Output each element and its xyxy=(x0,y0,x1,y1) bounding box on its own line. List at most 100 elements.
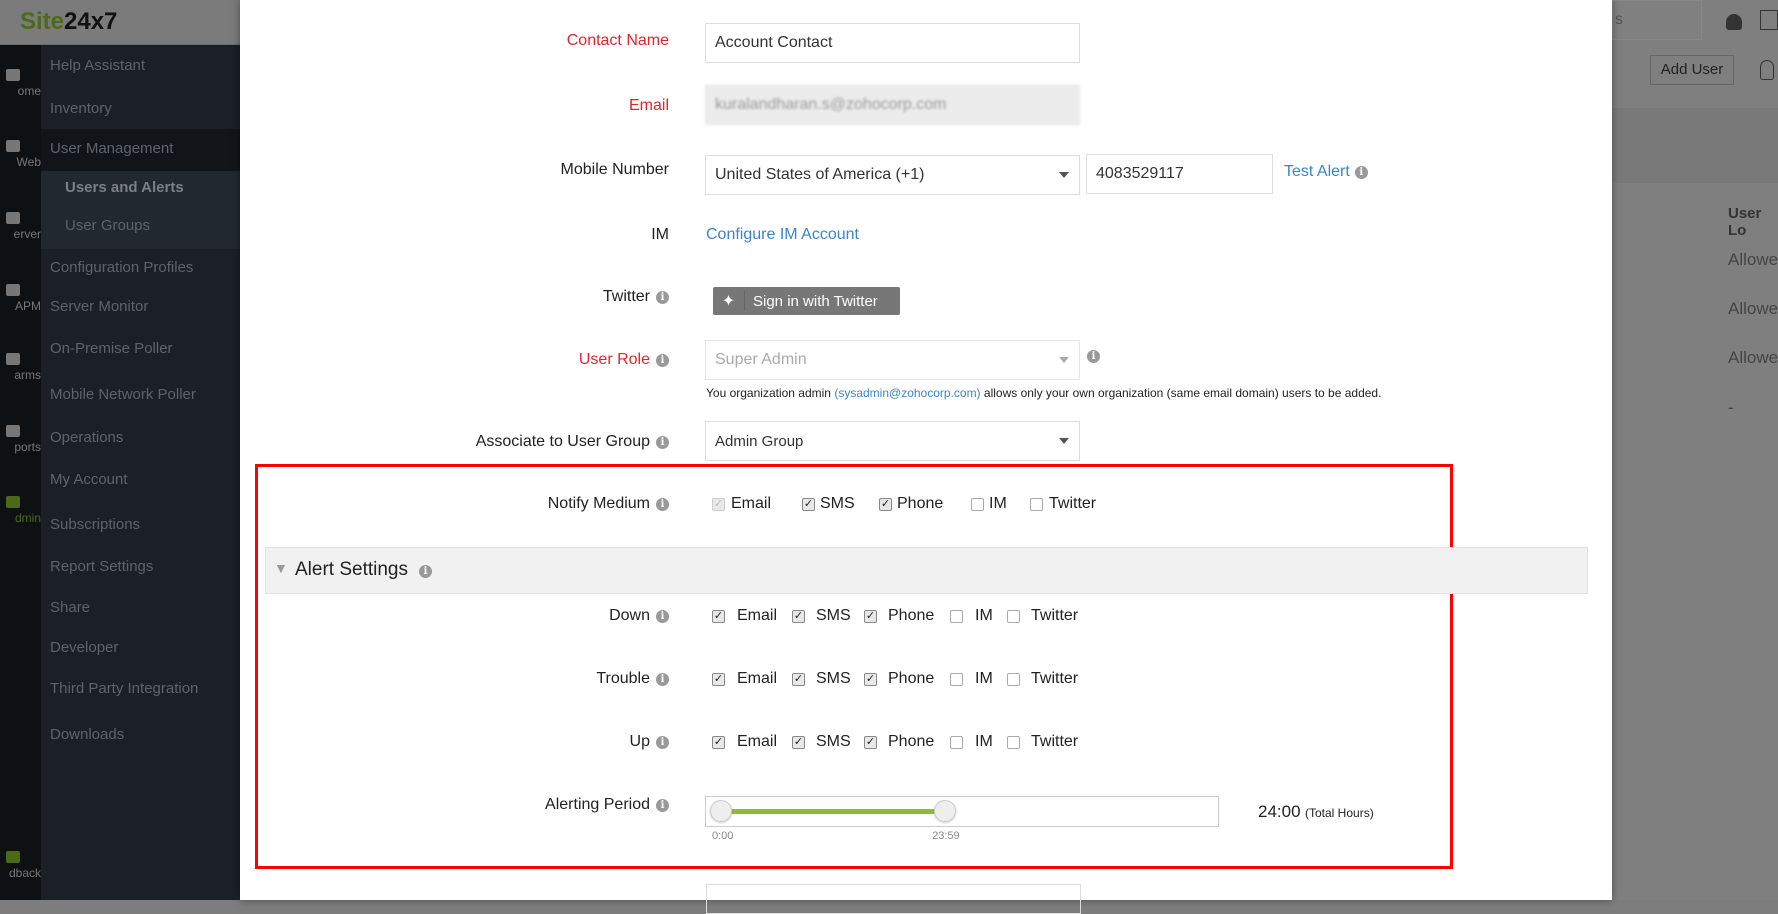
menu-item[interactable]: Server Monitor xyxy=(50,298,148,315)
menu-item[interactable]: Downloads xyxy=(50,726,124,743)
search-box[interactable]: s xyxy=(1612,0,1702,40)
menu-item[interactable]: Operations xyxy=(50,429,123,446)
rail-feedback[interactable]: dback xyxy=(0,866,41,880)
menu-item[interactable]: Third Party Integration xyxy=(50,680,198,697)
twitter-signin-button[interactable]: ✦ Sign in with Twitter xyxy=(713,287,900,315)
rail-admin[interactable]: dmin xyxy=(0,511,41,525)
checkbox-email[interactable]: ✓ xyxy=(712,673,725,686)
info-icon[interactable]: i xyxy=(656,353,669,367)
checkbox-email[interactable]: ✓ xyxy=(712,498,725,511)
checkbox-twitter[interactable] xyxy=(1007,610,1020,623)
admin-email-link[interactable]: (sysadmin@zohocorp.com) xyxy=(834,386,980,400)
rail-alarms[interactable]: arms xyxy=(0,368,41,382)
menu-item[interactable]: Users and Alerts xyxy=(65,179,184,196)
email-input[interactable]: kuralandharan.s@zohocorp.com xyxy=(705,85,1080,125)
menu-item[interactable]: User Management xyxy=(50,140,173,157)
info-icon[interactable]: i xyxy=(656,735,669,749)
info-icon[interactable]: i xyxy=(419,565,432,578)
checkbox-phone[interactable]: ✓ xyxy=(864,610,877,623)
menu-item[interactable]: Configuration Profiles xyxy=(50,259,193,276)
menu-item[interactable]: Mobile Network Poller xyxy=(50,386,196,403)
checkbox-sms[interactable]: ✓ xyxy=(802,498,815,511)
info-icon[interactable]: i xyxy=(656,497,669,511)
icon-rail xyxy=(0,45,41,900)
info-icon[interactable]: i xyxy=(1087,350,1100,363)
alert-settings-header[interactable]: ▼ Alert Settings i xyxy=(265,547,1588,594)
reports-icon[interactable] xyxy=(6,425,20,437)
info-icon[interactable]: i xyxy=(1354,165,1368,179)
slider-handle-end[interactable] xyxy=(934,800,957,822)
checkbox-im[interactable] xyxy=(950,673,963,686)
lightbulb-icon[interactable] xyxy=(1760,60,1774,80)
apm-icon[interactable] xyxy=(6,284,20,296)
checkbox-im[interactable] xyxy=(950,610,963,623)
table-cell: Allowe xyxy=(1728,250,1778,269)
test-alert-link[interactable]: Test Alert xyxy=(1284,163,1350,181)
checkbox-sms[interactable]: ✓ xyxy=(792,610,805,623)
admin-icon[interactable] xyxy=(6,496,20,508)
menu-item[interactable]: Report Settings xyxy=(50,558,153,575)
menu-item[interactable]: User Groups xyxy=(65,217,150,234)
checkbox-twitter[interactable] xyxy=(1007,736,1020,749)
rail-apm[interactable]: APM xyxy=(0,299,41,313)
home-icon[interactable] xyxy=(6,69,20,81)
field-label: Up i xyxy=(630,733,669,751)
checkbox-phone[interactable]: ✓ xyxy=(879,498,892,511)
info-icon[interactable]: i xyxy=(656,435,669,449)
checkbox-phone[interactable]: ✓ xyxy=(864,673,877,686)
background-page: s Add User User Lo Allowe Allowe Allowe … xyxy=(1612,0,1778,900)
contact-name-input[interactable]: Account Contact xyxy=(705,23,1080,63)
menu-item[interactable]: Developer xyxy=(50,639,118,656)
add-user-button[interactable]: Add User xyxy=(1650,55,1734,85)
menu-item[interactable]: Subscriptions xyxy=(50,516,140,533)
checkbox-label: SMS xyxy=(816,670,851,687)
column-header: User Lo xyxy=(1728,205,1762,239)
checkbox-email[interactable]: ✓ xyxy=(712,736,725,749)
bell-icon[interactable] xyxy=(1726,14,1742,30)
checkbox-email[interactable]: ✓ xyxy=(712,610,725,623)
menu-item[interactable]: Share xyxy=(50,599,90,616)
checkbox-label: Twitter xyxy=(1049,495,1097,512)
checkbox-label: SMS xyxy=(820,495,855,512)
cards-icon[interactable] xyxy=(1760,10,1778,30)
checkbox-sms[interactable]: ✓ xyxy=(792,736,805,749)
menu-item[interactable]: My Account xyxy=(50,471,128,488)
user-role-select[interactable]: Super Admin xyxy=(705,340,1080,380)
checkbox-phone[interactable]: ✓ xyxy=(864,736,877,749)
info-icon[interactable]: i xyxy=(656,672,669,686)
checkbox-label: IM xyxy=(989,495,1007,512)
menu-item[interactable]: On-Premise Poller xyxy=(50,340,173,357)
field-label: Email xyxy=(628,97,669,114)
checkbox-sms[interactable]: ✓ xyxy=(792,673,805,686)
country-select[interactable]: United States of America (+1) xyxy=(705,155,1080,195)
field-label: Alerting Period i xyxy=(545,796,669,814)
chevron-down-icon: ▼ xyxy=(274,560,288,576)
rail-reports[interactable]: ports xyxy=(0,440,41,454)
checkbox-im[interactable] xyxy=(971,498,984,511)
rail-home[interactable]: ome xyxy=(0,84,41,98)
slider-handle-start[interactable] xyxy=(710,800,732,822)
checkbox-twitter[interactable] xyxy=(1030,498,1043,511)
next-field-input[interactable] xyxy=(706,884,1081,914)
checkbox-twitter[interactable] xyxy=(1007,673,1020,686)
info-icon[interactable]: i xyxy=(656,290,669,304)
server-icon[interactable] xyxy=(6,212,20,224)
feedback-icon[interactable] xyxy=(6,851,20,863)
info-icon[interactable]: i xyxy=(656,609,669,623)
web-icon[interactable] xyxy=(6,140,20,152)
rail-server[interactable]: erver xyxy=(0,227,41,241)
chevron-down-icon xyxy=(1059,172,1069,178)
checkbox-im[interactable] xyxy=(950,736,963,749)
mobile-number-input[interactable]: 4083529117 xyxy=(1086,154,1273,194)
field-label: IM xyxy=(651,226,669,243)
configure-im-link[interactable]: Configure IM Account xyxy=(706,226,859,244)
rail-web[interactable]: Web xyxy=(0,155,41,169)
menu-item[interactable]: Inventory xyxy=(50,100,112,117)
info-icon[interactable]: i xyxy=(656,798,669,812)
user-group-select[interactable]: Admin Group xyxy=(705,421,1080,461)
menu-item[interactable]: Help Assistant xyxy=(50,57,145,74)
field-label: User Role i xyxy=(579,351,669,369)
site24x7-logo[interactable]: Site24x7 xyxy=(20,8,117,36)
alarms-icon[interactable] xyxy=(6,353,20,365)
slider-end-label: 23:59 xyxy=(932,830,960,842)
